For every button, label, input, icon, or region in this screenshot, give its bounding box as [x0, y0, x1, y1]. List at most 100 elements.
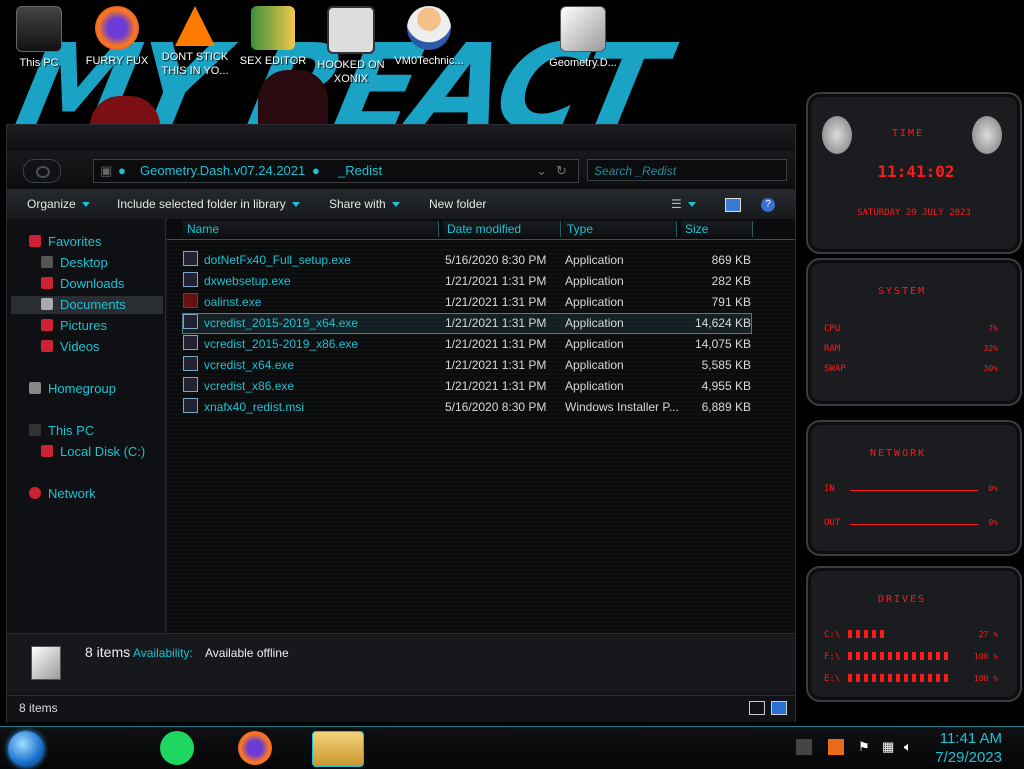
spotify-icon[interactable]: [160, 731, 194, 765]
file-row[interactable]: xnafx40_redist.msi 5/16/2020 8:30 PM Windo…: [183, 398, 751, 417]
nav-videos[interactable]: Videos: [41, 338, 100, 356]
system-gadget: SYSTEM CPU 7% RAM 32% SWAP 30%: [806, 258, 1022, 406]
exe-icon: [183, 377, 198, 392]
show-hidden-icons-icon[interactable]: [796, 739, 812, 755]
drive-c-bar: [848, 630, 888, 638]
flag-icon[interactable]: ⚑: [858, 739, 872, 755]
videos-icon: [41, 340, 53, 352]
start-button[interactable]: [8, 731, 44, 767]
firefox-icon[interactable]: [238, 731, 272, 765]
file-row[interactable]: vcredist_2015-2019_x86.exe 1/21/2021 1:31…: [183, 335, 751, 354]
drive-icon: [41, 445, 53, 457]
nav-favorites[interactable]: Favorites: [29, 233, 101, 251]
column-header-row: Name Date modified Type Size: [167, 219, 795, 240]
nav-documents[interactable]: Documents: [11, 296, 163, 314]
desktop-icon-vm0technic[interactable]: VM0Technic...: [392, 6, 466, 68]
msi-icon: [183, 398, 198, 413]
clock-date: 7/29/2023: [935, 749, 1002, 766]
breadcrumb-item[interactable]: Geometry.Dash.v07.24.2021: [140, 160, 305, 182]
xonix-icon: [327, 6, 375, 54]
help-icon[interactable]: ?: [761, 189, 775, 219]
drive-f-value: 100 %: [973, 652, 998, 661]
explorer-window: ▣ ● Geometry.Dash.v07.24.2021 ● _Redist …: [6, 124, 796, 722]
network-tray-icon[interactable]: ▦: [882, 739, 898, 755]
desktop-icon-this-pc[interactable]: This PC: [2, 6, 76, 70]
preview-pane-icon[interactable]: [725, 189, 741, 219]
refresh-icon[interactable]: ↻: [556, 160, 567, 182]
time-gadget: TIME 11:41:02 SATURDAY 29 JULY 2023: [806, 92, 1022, 254]
nav-pictures[interactable]: Pictures: [41, 317, 107, 335]
breadcrumb-item[interactable]: _Redist: [338, 160, 382, 182]
search-input[interactable]: Search _Redist: [587, 159, 787, 181]
window-titlebar[interactable]: [7, 125, 795, 152]
net-out-label: OUT: [824, 518, 841, 528]
star-icon: [29, 235, 41, 247]
column-type[interactable]: Type: [563, 221, 677, 237]
volume-icon[interactable]: 🔈︎: [904, 739, 920, 755]
address-bar[interactable]: ▣ ● Geometry.Dash.v07.24.2021 ● _Redist …: [93, 159, 579, 183]
nav-local-disk[interactable]: Local Disk (C:): [41, 443, 145, 461]
file-explorer-icon[interactable]: [312, 731, 364, 767]
network-icon: [29, 487, 41, 499]
chevron-down-icon: [81, 202, 90, 208]
share-with-button[interactable]: Share with: [329, 189, 400, 219]
details-view-icon[interactable]: [749, 701, 765, 715]
hxd-icon: [251, 6, 295, 50]
view-options-icon[interactable]: ☰: [671, 189, 696, 219]
nav-desktop[interactable]: Desktop: [41, 254, 108, 272]
taskbar-clock[interactable]: 11:41 AM 7/29/2023: [935, 729, 1002, 767]
include-in-library-button[interactable]: Include selected folder in library: [117, 189, 300, 219]
nav-network[interactable]: Network: [29, 485, 96, 503]
file-row[interactable]: oalinst.exe 1/21/2021 1:31 PM Application 7…: [183, 293, 751, 312]
availability-label: Availability:: [133, 646, 193, 660]
file-row[interactable]: vcredist_x86.exe 1/21/2021 1:31 PM Applica…: [183, 377, 751, 396]
net-out-value: 0%: [988, 518, 998, 527]
desktop-icon-vlc[interactable]: DONT STICK THIS IN YO...: [158, 6, 232, 78]
file-row[interactable]: dxwebsetup.exe 1/21/2021 1:31 PM Applicati…: [183, 272, 751, 291]
nav-downloads[interactable]: Downloads: [41, 275, 124, 293]
tray-app-icon[interactable]: [828, 739, 844, 755]
time-title: TIME: [892, 128, 925, 139]
firefox-icon: [95, 6, 139, 50]
swap-label: SWAP: [824, 364, 846, 374]
desktop-icon-geometry-dash[interactable]: Geometry.D...: [546, 6, 620, 70]
folder-icon: ▣: [100, 163, 113, 178]
network-gadget: NETWORK IN 0% OUT 0%: [806, 420, 1022, 556]
back-button[interactable]: [23, 159, 61, 183]
status-item-count: 8 items: [19, 701, 58, 715]
folder-thumbnail-icon: [31, 646, 61, 680]
nav-homegroup[interactable]: Homegroup: [29, 380, 116, 398]
alien-head-icon: [822, 116, 852, 154]
organize-button[interactable]: Organize: [27, 189, 90, 219]
navigation-pane: Favorites Desktop Downloads Documents Pi…: [7, 219, 166, 633]
new-folder-button[interactable]: New folder: [429, 189, 486, 219]
net-in-value: 0%: [988, 484, 998, 493]
ram-label: RAM: [824, 344, 841, 354]
file-row[interactable]: vcredist_x64.exe 1/21/2021 1:31 PM Applica…: [183, 356, 751, 375]
column-name[interactable]: Name: [183, 221, 439, 237]
cpu-value: 7%: [988, 324, 998, 333]
vlc-cone-icon: [175, 6, 215, 46]
details-pane: 8 items Availability: Available offline: [7, 633, 795, 692]
file-row[interactable]: dotNetFx40_Full_setup.exe 5/16/2020 8:30 …: [183, 251, 751, 270]
column-size[interactable]: Size: [681, 221, 753, 237]
large-icons-view-icon[interactable]: [771, 701, 787, 715]
chevron-down-icon: [291, 202, 300, 208]
taskbar: ⚑ ▦ 🔈︎ 11:41 AM 7/29/2023: [0, 726, 1024, 769]
pictures-icon: [41, 319, 53, 331]
item-count: 8 items: [85, 644, 131, 660]
exe-icon: [183, 314, 198, 329]
cpu-label: CPU: [824, 324, 841, 334]
desktop-icon-hooked-on-xonix[interactable]: HOOKED ON XONIX: [314, 6, 388, 86]
alien-head-icon: [972, 116, 1002, 154]
person-icon: [407, 6, 451, 50]
chevron-down-icon[interactable]: ⌄: [536, 160, 547, 182]
exe-icon: [183, 293, 198, 308]
file-row-selected[interactable]: vcredist_2015-2019_x64.exe 1/21/2021 1:31…: [182, 313, 752, 334]
desktop-icon-furry-fux[interactable]: FURRY FUX: [80, 6, 154, 68]
column-date-modified[interactable]: Date modified: [443, 221, 561, 237]
desktop-icon-sex-editor[interactable]: SEX EDITOR: [236, 6, 310, 68]
ram-value: 32%: [983, 344, 998, 353]
network-title: NETWORK: [870, 448, 927, 459]
nav-this-pc[interactable]: This PC: [29, 422, 94, 440]
